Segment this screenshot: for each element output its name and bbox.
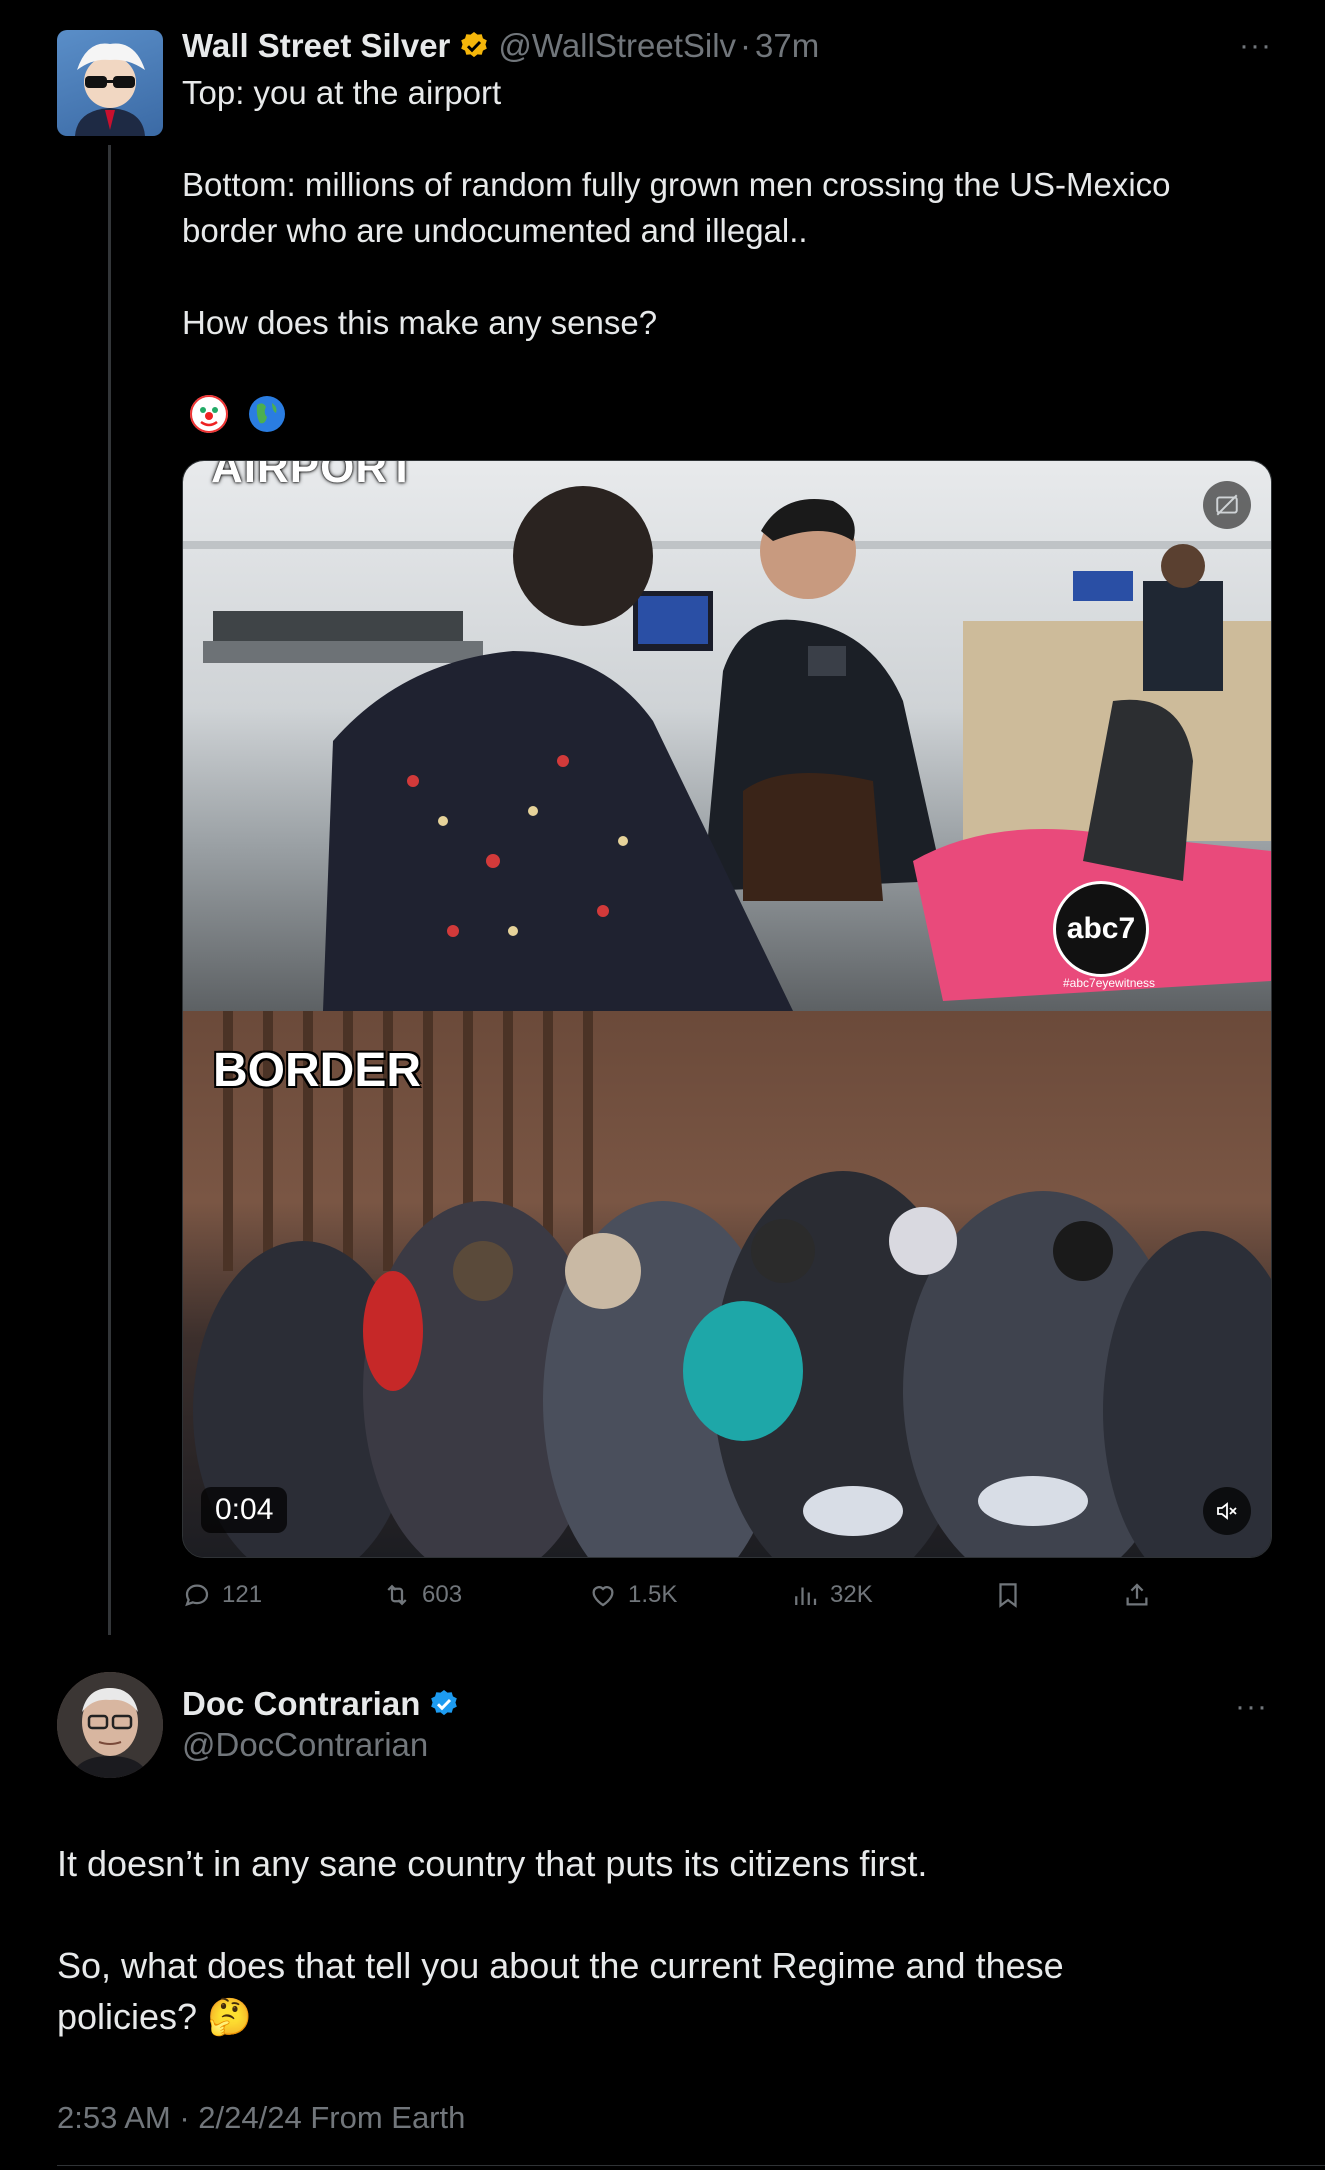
reply-more-options-icon[interactable]: ··· (1235, 1690, 1268, 1724)
like-button[interactable]: 1.5K (588, 1575, 677, 1615)
tweet-line: How does this make any sense? (182, 304, 658, 341)
reply-author-avatar[interactable] (57, 1672, 163, 1778)
author-avatar[interactable] (57, 30, 163, 136)
views-button[interactable]: 32K (790, 1575, 873, 1615)
tweet-line: Top: you at the airport (182, 74, 502, 111)
video-frame-border: BORDER (183, 1011, 1271, 1557)
emoji-row (190, 395, 286, 433)
reply-body: It doesn’t in any sane country that puts… (57, 1838, 1257, 2042)
clown-face-icon (190, 395, 228, 433)
tweet-body: Top: you at the airport Bottom: millions… (182, 70, 1262, 346)
heart-icon (592, 1586, 614, 1607)
content-warning-icon[interactable] (1203, 481, 1251, 529)
views-chart-icon (795, 1587, 817, 1605)
verified-blue-badge-icon (428, 1688, 460, 1720)
views-count: 32K (830, 1581, 873, 1608)
reply-count: 121 (222, 1581, 263, 1608)
reply-line: It doesn’t in any sane country that puts… (57, 1843, 928, 1884)
tweet-line: border who are undocumented and illegal.… (182, 212, 808, 249)
author-handle[interactable]: @WallStreetSilv (498, 27, 736, 65)
separator-dot: · (740, 27, 752, 64)
repost-icon (387, 1584, 407, 1606)
reply-line: policies? 🤔 (57, 1996, 252, 2037)
reply-author-handle[interactable]: @DocContrarian (182, 1726, 428, 1764)
broadcaster-logo: abc7 (1053, 881, 1149, 977)
reply-line: So, what does that tell you about the cu… (57, 1945, 1064, 1986)
share-icon (1126, 1583, 1148, 1606)
video-player[interactable]: AIRPORT abc7 #abc7eyewitness BORDER 0:04 (182, 460, 1272, 1558)
tweet-line (182, 254, 1262, 300)
like-count: 1.5K (628, 1581, 678, 1608)
author-header: Wall Street Silver @WallStreetSilv · 37m… (182, 22, 1272, 70)
reply-button[interactable]: 121 (182, 1575, 262, 1615)
broadcaster-hashtag: #abc7eyewitness (1063, 976, 1156, 990)
repost-count: 603 (422, 1581, 463, 1608)
video-caption-top: AIRPORT (211, 461, 416, 492)
reply-line (57, 1889, 1257, 1940)
reply-author-header: Doc Contrarian (182, 1682, 468, 1726)
video-frame-airport: AIRPORT abc7 #abc7eyewitness (183, 461, 1271, 1011)
tweet-time[interactable]: 37m (755, 27, 819, 65)
reply-icon (185, 1584, 209, 1607)
reply-timestamp[interactable]: 2:53 AM · 2/24/24 From Earth (57, 2100, 465, 2136)
mute-icon[interactable] (1203, 1487, 1251, 1535)
reply-author-name[interactable]: Doc Contrarian (182, 1685, 420, 1723)
more-options-icon[interactable]: ··· (1239, 29, 1272, 63)
tweet-line: Bottom: millions of random fully grown m… (182, 166, 1171, 203)
bookmark-icon (999, 1583, 1017, 1608)
author-name[interactable]: Wall Street Silver (182, 27, 450, 65)
share-button[interactable] (1122, 1575, 1152, 1615)
video-caption-bottom: BORDER (213, 1044, 422, 1097)
globe-americas-icon (248, 395, 286, 433)
divider (57, 2165, 1325, 2166)
tweet-line (182, 116, 1262, 162)
bookmark-button[interactable] (993, 1575, 1023, 1615)
thread-connector-line (108, 145, 111, 1635)
verified-gold-badge-icon (458, 30, 490, 62)
repost-button[interactable]: 603 (382, 1575, 462, 1615)
video-duration: 0:04 (201, 1487, 288, 1533)
